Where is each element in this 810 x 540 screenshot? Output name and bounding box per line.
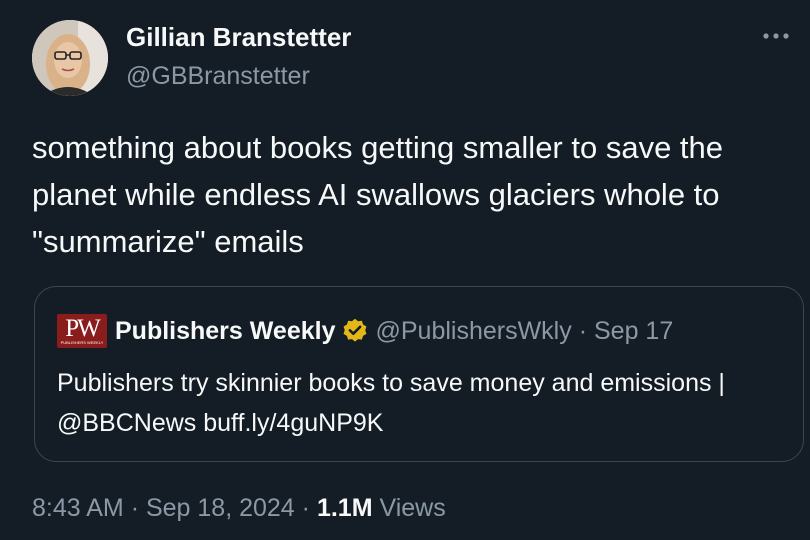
views-label: Views [379, 494, 446, 522]
views-count[interactable]: 1.1M [317, 494, 373, 522]
author-handle[interactable]: @GBBranstetter [126, 62, 310, 91]
author-display-name[interactable]: Gillian Branstetter [126, 22, 351, 53]
meta-separator-2: · [301, 494, 310, 522]
publishers-weekly-logo[interactable]: PW PUBLISHERS WEEKLY [57, 314, 107, 348]
tweet-time[interactable]: 8:43 AM [32, 494, 124, 522]
quoted-handle[interactable]: @PublishersWkly [375, 317, 571, 345]
more-horizontal-icon[interactable] [758, 26, 798, 46]
verified-badge-icon [344, 318, 367, 342]
pw-logo-text: PW [65, 315, 101, 342]
quoted-separator: · [578, 317, 588, 345]
quoted-date[interactable]: Sep 17 [594, 317, 673, 345]
pw-logo-subtext: PUBLISHERS WEEKLY [60, 340, 104, 345]
meta-separator-1: · [130, 494, 140, 522]
tweet-date[interactable]: Sep 18, 2024 [146, 494, 295, 522]
tweet-card: Gillian Branstetter @GBBranstetter somet… [0, 0, 810, 540]
quoted-tweet-card[interactable]: PW PUBLISHERS WEEKLY Publishers Weekly @… [34, 286, 804, 462]
tweet-text: something about books getting smaller to… [32, 130, 724, 259]
author-avatar[interactable] [32, 20, 108, 96]
tweet-metadata: 8:43 AM · Sep 18, 2024 · 1.1M Views [32, 494, 446, 523]
quoted-display-name[interactable]: Publishers Weekly [115, 317, 335, 345]
quoted-tweet-text: Publishers try skinnier books to save mo… [57, 369, 725, 437]
avatar-photo-icon [32, 20, 108, 96]
quoted-tweet-header: Publishers Weekly @PublishersWkly · Sep … [115, 314, 673, 348]
